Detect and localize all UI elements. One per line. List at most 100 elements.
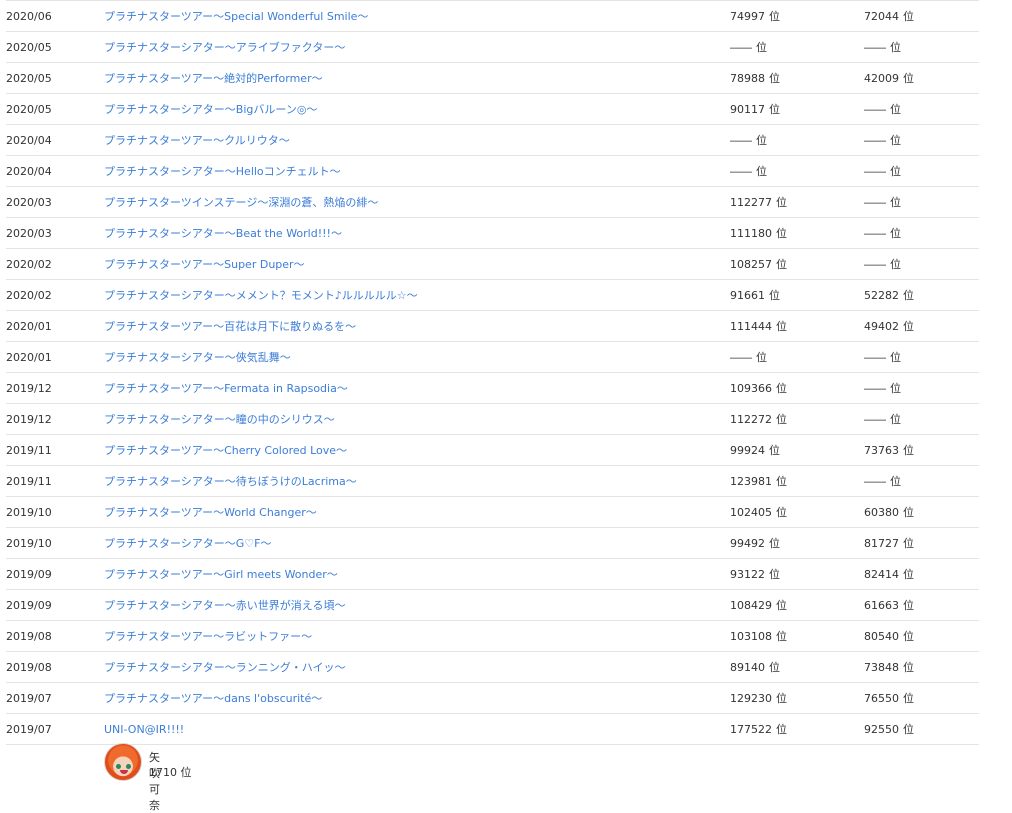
event-name-link[interactable]: プラチナスターツアー～Special Wonderful Smile～	[104, 10, 368, 23]
rank-unit: 位	[776, 258, 787, 271]
rank-unit: 位	[890, 134, 901, 147]
rank-1-value: 108257	[730, 258, 772, 271]
rank-2-value: 52282	[864, 289, 899, 302]
rank-1-value: ――	[730, 165, 752, 178]
event-name-link[interactable]: プラチナスターシアター～Helloコンチェルト～	[104, 165, 341, 178]
event-date: 2019/08	[6, 620, 104, 652]
event-name-link[interactable]: プラチナスターツアー～Fermata in Rapsodia～	[104, 382, 348, 395]
event-date: 2019/08	[6, 651, 104, 683]
rank-cell-2: ―― 位	[864, 217, 979, 249]
rank-cell-1: 99924 位	[730, 434, 864, 466]
event-name-link[interactable]: プラチナスターシアター～G♡F～	[104, 537, 272, 550]
rank-1-value: 74997	[730, 10, 765, 23]
event-name-link[interactable]: プラチナスターシアター～Bigバルーン◎～	[104, 103, 317, 116]
event-name-cell: プラチナスターツアー～Fermata in Rapsodia～	[104, 372, 730, 404]
rank-unit: 位	[903, 692, 914, 705]
rank-cell-1: 108257 位	[730, 248, 864, 280]
event-name-link[interactable]: プラチナスターシアター～ランニング・ハイッ～	[104, 661, 346, 674]
rank-cell-1: ―― 位	[730, 341, 864, 373]
rank-cell-1: 108429 位	[730, 589, 864, 621]
rank-cell-2: 76550 位	[864, 682, 979, 714]
rank-unit: 位	[890, 351, 901, 364]
event-name-link[interactable]: プラチナスターシアター～待ちぼうけのLacrima～	[104, 475, 357, 488]
rank-cell-2: 72044 位	[864, 0, 979, 32]
avatar-mouth	[120, 770, 128, 774]
table-row: 2020/03 プラチナスターシアター～Beat the World!!!～ 111…	[6, 217, 979, 249]
rank-2-value: ――	[864, 351, 886, 364]
table-row: 2020/02 プラチナスターツアー～Super Duper～ 108257 位 ―― 位	[6, 248, 979, 280]
rank-unit: 位	[756, 134, 767, 147]
rank-unit: 位	[903, 568, 914, 581]
rank-cell-1: 112277 位	[730, 186, 864, 218]
rank-cell-2: 92550 位	[864, 713, 979, 745]
rank-unit: 位	[776, 196, 787, 209]
event-date: 2020/02	[6, 279, 104, 311]
event-name-link[interactable]: プラチナスターツアー～絶対的Performer～	[104, 72, 323, 85]
rank-unit: 位	[756, 41, 767, 54]
rank-cell-1: 111444 位	[730, 310, 864, 342]
rank-cell-1: ―― 位	[730, 124, 864, 156]
rank-cell-2: 60380 位	[864, 496, 979, 528]
event-date: 2019/10	[6, 527, 104, 559]
event-name-link[interactable]: プラチナスターシアター～Beat the World!!!～	[104, 227, 342, 240]
table-row: 2020/05 プラチナスターツアー～絶対的Performer～ 78988 位 420…	[6, 62, 979, 94]
event-name-link[interactable]: プラチナスターツインステージ～深淵の蒼、熱焔の緋～	[104, 196, 378, 209]
rank-cell-1: 112272 位	[730, 403, 864, 435]
rank-1-value: 108429	[730, 599, 772, 612]
rank-unit: 位	[903, 320, 914, 333]
rank-1-value: ――	[730, 134, 752, 147]
event-name-cell: UNI-ON@IR!!!!	[104, 713, 730, 745]
event-date: 2020/05	[6, 93, 104, 125]
event-name-cell: プラチナスターシアター～瞳の中のシリウス～	[104, 403, 730, 435]
rank-cell-1: 78988 位	[730, 62, 864, 94]
table-row: 2020/06 プラチナスターツアー～Special Wonderful Smil…	[6, 0, 979, 32]
event-name-link[interactable]: プラチナスターシアター～メメント？モメント♪ルルルルル☆～	[104, 289, 418, 302]
event-name-link[interactable]: UNI-ON@IR!!!!	[104, 723, 184, 736]
event-name-cell: プラチナスターシアター～Helloコンチェルト～	[104, 155, 730, 187]
rank-cell-2: ―― 位	[864, 155, 979, 187]
event-name-link[interactable]: プラチナスターツアー～クルリウタ～	[104, 134, 290, 147]
character-avatar-icon[interactable]	[104, 743, 142, 781]
event-name-link[interactable]: プラチナスターツアー～Girl meets Wonder～	[104, 568, 338, 581]
event-name-link[interactable]: プラチナスターツアー～World Changer～	[104, 506, 317, 519]
rank-1-value: ――	[730, 351, 752, 364]
event-name-cell: プラチナスターシアター～待ちぼうけのLacrima～	[104, 465, 730, 497]
event-name-link[interactable]: プラチナスターツアー～ラビットファー～	[104, 630, 312, 643]
rank-unit: 位	[903, 599, 914, 612]
rank-unit: 位	[776, 723, 787, 736]
rank-unit: 位	[776, 692, 787, 705]
event-name-link[interactable]: プラチナスターツアー～百花は月下に散りぬるを～	[104, 320, 356, 333]
event-date: 2019/12	[6, 403, 104, 435]
rank-unit: 位	[756, 351, 767, 364]
event-name-link[interactable]: プラチナスターシアター～赤い世界が消える頃～	[104, 599, 345, 612]
rank-unit: 位	[890, 103, 901, 116]
rank-2-value: ――	[864, 227, 886, 240]
rank-2-value: ――	[864, 103, 886, 116]
event-name-link[interactable]: プラチナスターツアー～Super Duper～	[104, 258, 305, 271]
event-date: 2019/07	[6, 682, 104, 714]
table-row: 2019/07 プラチナスターツアー～dans l'obscurité～ 12923…	[6, 682, 979, 714]
rank-cell-1: 93122 位	[730, 558, 864, 590]
rank-cell-2: ―― 位	[864, 248, 979, 280]
event-name-link[interactable]: プラチナスターツアー～Cherry Colored Love～	[104, 444, 347, 457]
rank-unit: 位	[903, 661, 914, 674]
rank-unit: 位	[776, 227, 787, 240]
event-date: 2019/11	[6, 465, 104, 497]
rank-cell-1: 103108 位	[730, 620, 864, 652]
rank-1-value: 89140	[730, 661, 765, 674]
rank-unit: 位	[890, 227, 901, 240]
rank-unit: 位	[890, 41, 901, 54]
event-name-link[interactable]: プラチナスターシアター～アライブファクター～	[104, 41, 345, 54]
event-name-link[interactable]: プラチナスターツアー～dans l'obscurité～	[104, 692, 322, 705]
event-name-link[interactable]: プラチナスターシアター～俠気乱舞～	[104, 351, 291, 364]
event-name-link[interactable]: プラチナスターシアター～瞳の中のシリウス～	[104, 413, 335, 426]
rank-unit: 位	[776, 320, 787, 333]
rank-2-value: 49402	[864, 320, 899, 333]
table-row: 2020/05 プラチナスターシアター～アライブファクター～ ―― 位 ―― 位	[6, 31, 979, 63]
rank-2-value: ――	[864, 134, 886, 147]
rank-unit: 位	[756, 165, 767, 178]
table-row: 2019/10 プラチナスターシアター～G♡F～ 99492 位 81727 位	[6, 527, 979, 559]
rank-unit: 位	[769, 444, 780, 457]
event-name-cell: プラチナスターツアー～Special Wonderful Smile～	[104, 0, 730, 32]
rank-unit: 位	[769, 103, 780, 116]
